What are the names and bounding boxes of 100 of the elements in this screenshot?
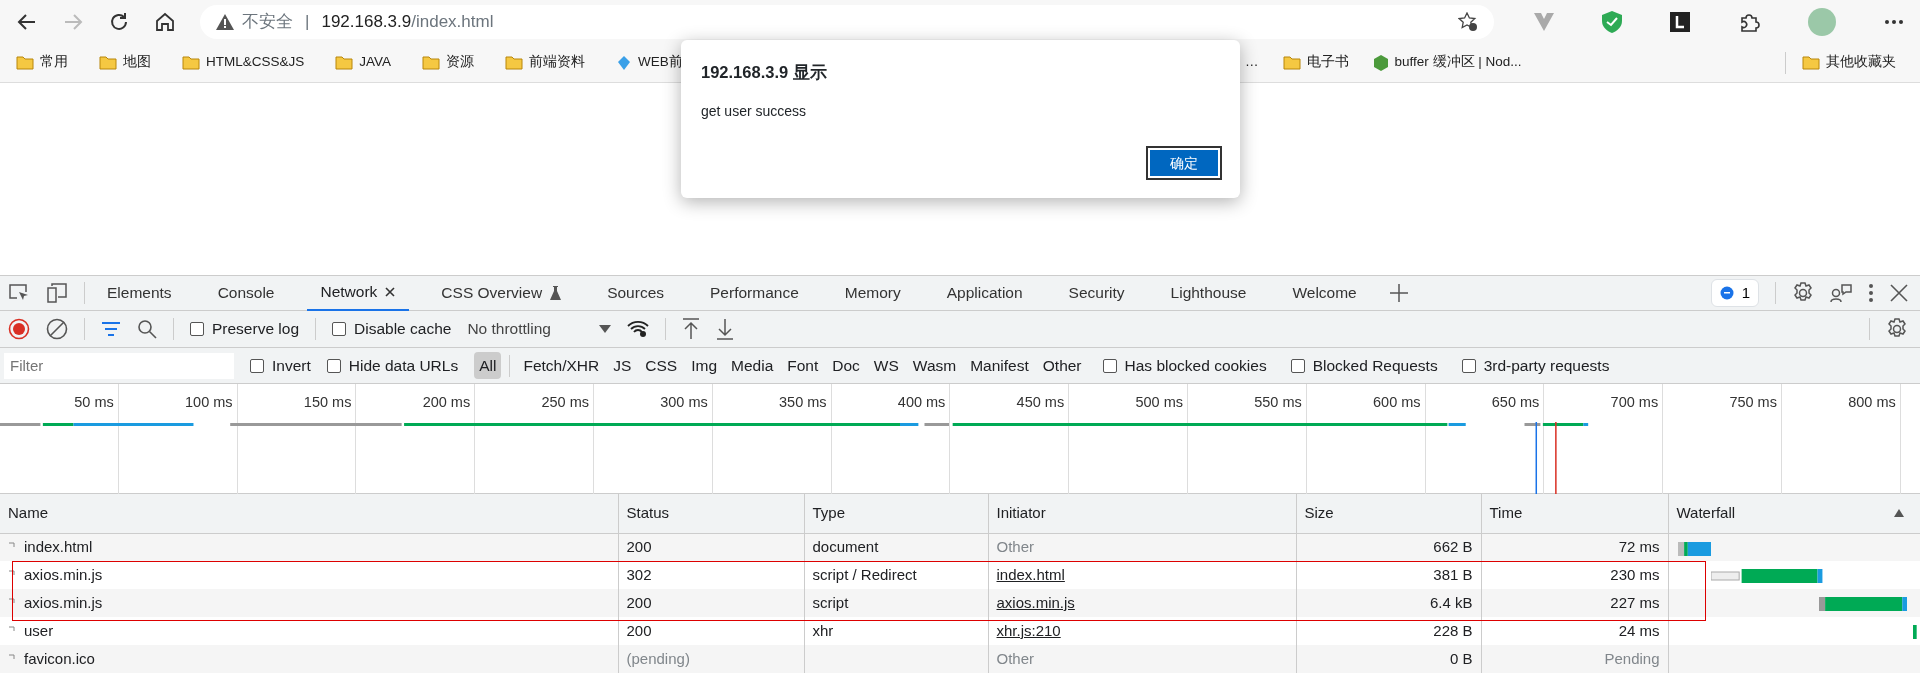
column-header[interactable]: Time	[1489, 502, 1523, 525]
request-name[interactable]: axios.min.js	[24, 563, 103, 587]
bookmark[interactable]: 电子书	[1282, 52, 1349, 73]
type-filter[interactable]: Font	[782, 351, 824, 380]
request-name[interactable]: user	[24, 619, 54, 643]
type-filter[interactable]: All	[474, 351, 502, 380]
status-text: 302	[626, 565, 652, 583]
type-filter[interactable]: Other	[1037, 351, 1087, 380]
bookmark[interactable]: 常用	[16, 52, 68, 73]
devtools-tab[interactable]: Welcome	[1278, 275, 1371, 311]
settings-icon[interactable]	[1792, 282, 1814, 304]
column-header[interactable]: Status	[626, 502, 670, 525]
filter-checkbox[interactable]: 3rd-party requests	[1461, 353, 1610, 378]
tick-label: 300 ms	[660, 393, 708, 412]
bookmark[interactable]: 前端资料	[505, 52, 586, 73]
type-filter[interactable]: JS	[608, 351, 637, 380]
time-text: Pending	[1604, 649, 1660, 667]
column-header[interactable]: Type	[812, 502, 846, 525]
more-icon[interactable]	[1884, 18, 1904, 25]
filter-checkbox[interactable]: Invert	[250, 353, 311, 378]
address-separator: |	[305, 10, 310, 33]
devtools-tab[interactable]: Console	[203, 275, 289, 311]
bookmark[interactable]: 其他收藏夹	[1802, 52, 1896, 73]
devtools-tab[interactable]: Sources	[593, 275, 678, 311]
diamond-icon	[616, 54, 633, 71]
security-label: 不安全	[242, 10, 293, 33]
bookmark[interactable]: HTML&CSS&JS	[182, 52, 305, 73]
throttling-select[interactable]: No throttling	[467, 317, 611, 341]
close-icon[interactable]	[1890, 284, 1908, 302]
status-text: 200	[626, 593, 652, 611]
devtools-tab[interactable]: Security	[1054, 275, 1139, 311]
filter-field[interactable]: Filter	[4, 352, 234, 379]
tick-label: 550 ms	[1254, 393, 1302, 412]
filter-checkbox[interactable]: Blocked Requests	[1290, 353, 1438, 378]
filter-checkbox[interactable]: Has blocked cookies	[1102, 353, 1267, 378]
devtools-tab[interactable]: CSS Overview	[427, 275, 576, 311]
type-filter[interactable]: WS	[868, 351, 904, 380]
url-text: 192.168.3.9/index.html	[321, 10, 494, 33]
request-name[interactable]: index.html	[24, 535, 93, 559]
devtools-tab[interactable]: Performance	[696, 275, 813, 311]
devtools-tab[interactable]: Lighthouse	[1156, 275, 1261, 311]
preserve-log-checkbox[interactable]: Preserve log	[190, 317, 299, 341]
initiator-text: Other	[996, 649, 1034, 667]
feedback-icon[interactable]	[1830, 283, 1852, 303]
extension-l-icon[interactable]	[1670, 11, 1690, 32]
clear-icon[interactable]	[46, 318, 68, 340]
bookmark[interactable]: …	[1245, 52, 1259, 73]
type-filter[interactable]: Img	[686, 351, 723, 380]
type-filter[interactable]: Wasm	[907, 351, 962, 380]
address-bar[interactable]: 不安全 | 192.168.3.9/index.html	[200, 4, 1494, 39]
type-filter[interactable]: Fetch/XHR	[518, 351, 605, 380]
favorite-add-icon[interactable]	[1458, 11, 1478, 32]
device-toggle-icon[interactable]	[46, 283, 68, 303]
shield-icon[interactable]	[1602, 10, 1622, 33]
home-button[interactable]	[154, 10, 176, 33]
hexagon-icon	[1372, 53, 1389, 72]
search-icon[interactable]	[137, 319, 157, 339]
column-header[interactable]: Size	[1304, 502, 1334, 525]
folder-icon	[1282, 55, 1301, 70]
column-header[interactable]: Name	[8, 502, 48, 525]
more-icon[interactable]	[1868, 283, 1874, 303]
devtools-tab[interactable]: Memory	[830, 275, 915, 311]
type-filter[interactable]: Manifest	[965, 351, 1034, 380]
reload-button[interactable]	[108, 10, 130, 33]
bookmark[interactable]: 地图	[99, 52, 151, 73]
tick-label: 800 ms	[1848, 393, 1896, 412]
ok-button[interactable]: 确定	[1148, 148, 1220, 178]
devtools-tab[interactable]: Application	[932, 275, 1037, 311]
folder-icon	[99, 55, 117, 70]
type-filter[interactable]: CSS	[640, 351, 683, 380]
initiator-link[interactable]: xhr.js:210	[996, 621, 1061, 639]
close-icon[interactable]	[385, 287, 396, 297]
filter-checkbox[interactable]: Hide data URLs	[326, 353, 459, 378]
bookmark[interactable]: buffer 缓冲区 | Nod...	[1372, 52, 1522, 73]
initiator-link[interactable]: index.html	[996, 565, 1065, 583]
new-tab-icon[interactable]	[1388, 283, 1409, 303]
flask-icon	[550, 286, 562, 300]
disable-cache-checkbox[interactable]: Disable cache	[332, 317, 452, 341]
sort-ascending-icon[interactable]	[1893, 509, 1904, 518]
request-name[interactable]: favicon.ico	[24, 647, 95, 671]
tick-label: 600 ms	[1373, 393, 1421, 412]
time-text: 72 ms	[1618, 538, 1660, 555]
tick-label: 500 ms	[1135, 393, 1183, 412]
devtools-tab[interactable]: Elements	[93, 275, 186, 311]
type-filter[interactable]: Media	[726, 351, 779, 380]
column-header[interactable]: Initiator	[996, 502, 1046, 525]
type-filter[interactable]: Doc	[827, 351, 865, 380]
request-name[interactable]: axios.min.js	[24, 591, 103, 615]
record-icon[interactable]	[8, 318, 30, 340]
initiator-link[interactable]: axios.min.js	[996, 593, 1075, 611]
issues-badge[interactable]: 1	[1710, 279, 1759, 307]
settings-icon[interactable]	[1886, 318, 1908, 340]
bookmark[interactable]: 资源	[422, 52, 475, 73]
bookmark[interactable]: JAVA	[335, 52, 392, 73]
download-icon[interactable]	[715, 318, 734, 340]
network-conditions-icon[interactable]	[626, 319, 649, 339]
column-header[interactable]: Waterfall	[1676, 502, 1736, 525]
upload-icon[interactable]	[681, 318, 700, 340]
filter-icon[interactable]	[101, 321, 121, 337]
bookmark[interactable]: WEB前	[616, 52, 683, 73]
